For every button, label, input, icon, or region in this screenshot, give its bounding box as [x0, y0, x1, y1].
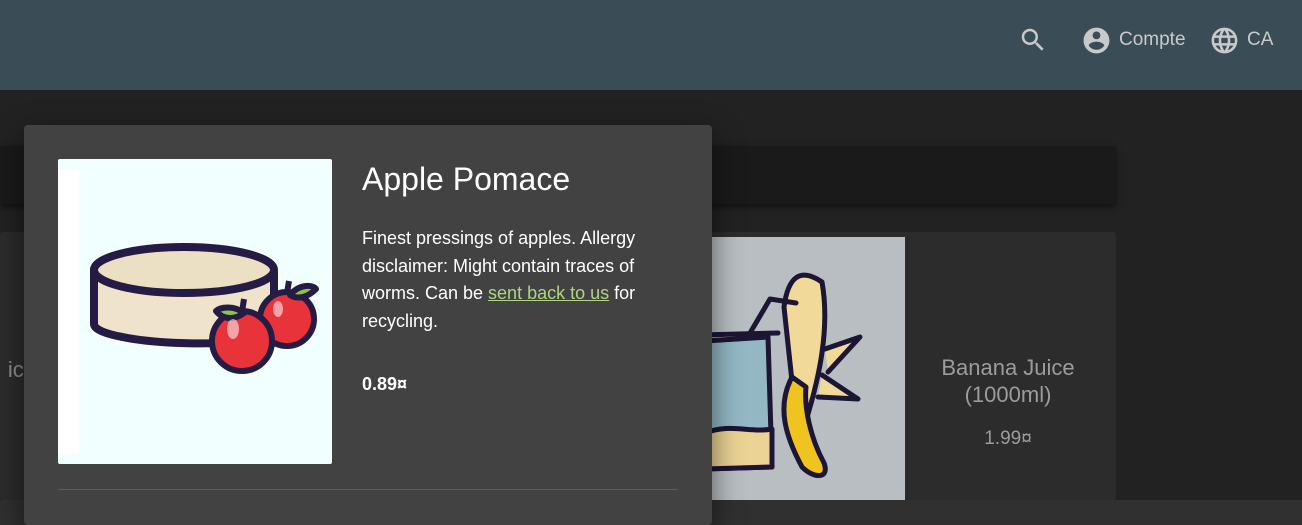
banana-juice-name[interactable]: Banana Juice (1000ml)	[908, 354, 1108, 408]
language-button[interactable]: CA	[1209, 0, 1273, 80]
top-toolbar: Compte CA	[0, 0, 1302, 90]
account-button[interactable]: Compte	[1081, 0, 1186, 80]
product-title: Apple Pomace	[362, 161, 571, 197]
search-icon	[1018, 25, 1048, 55]
dialog-divider	[58, 489, 678, 490]
globe-icon	[1209, 25, 1240, 56]
apple-pomace-image	[58, 159, 332, 464]
product-description: Finest pressings of apples. Allergy disc…	[362, 225, 672, 335]
search-button[interactable]	[1018, 0, 1048, 80]
sent-back-link[interactable]: sent back to us	[488, 283, 609, 303]
product-price: 0.89¤	[362, 374, 408, 394]
product-detail-dialog: Apple Pomace Finest pressings of apples.…	[24, 125, 712, 525]
language-label: CA	[1247, 29, 1274, 50]
account-circle-icon	[1081, 25, 1112, 56]
banana-juice-image[interactable]	[700, 237, 905, 500]
banana-juice-price: 1.99¤	[984, 428, 1032, 449]
account-label: Compte	[1119, 29, 1186, 50]
